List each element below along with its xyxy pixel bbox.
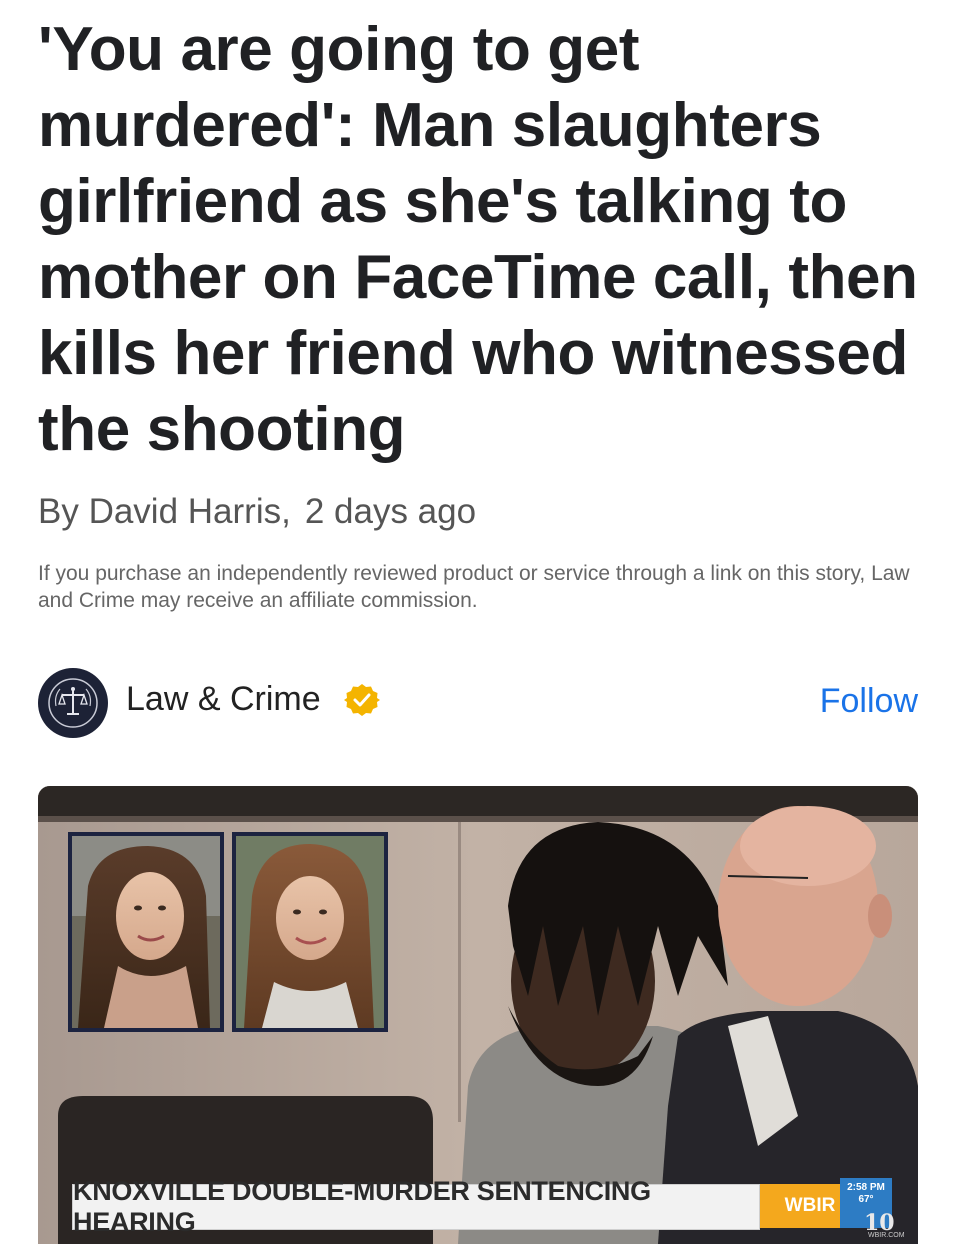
news-chyron: KNOXVILLE DOUBLE-MURDER SENTENCING HEARI…	[72, 1176, 760, 1237]
station-website: WBIR.COM	[868, 1232, 905, 1239]
byline: By David Harris, 2 days ago	[38, 492, 476, 532]
publish-time: 2 days ago	[304, 492, 477, 531]
article-headline: 'You are going to get murdered': Man sla…	[38, 15, 918, 464]
verified-badge-icon	[344, 684, 380, 716]
scales-of-justice-icon	[48, 678, 98, 728]
broadcast-temp: 67°	[858, 1194, 874, 1205]
source-row: Law & Crime Follow	[38, 668, 918, 740]
affiliate-disclaimer: If you purchase an independently reviewe…	[38, 562, 910, 612]
author-name[interactable]: By David Harris,	[38, 492, 291, 531]
broadcast-time: 2:58 PM	[847, 1182, 885, 1193]
article-page: 'You are going to get murdered': Man sla…	[0, 0, 954, 1244]
source-avatar[interactable]	[38, 668, 108, 738]
source-name[interactable]: Law & Crime	[126, 680, 321, 719]
article-image[interactable]: KNOXVILLE DOUBLE-MURDER SENTENCING HEARI…	[38, 786, 918, 1244]
follow-button[interactable]: Follow	[820, 682, 918, 721]
